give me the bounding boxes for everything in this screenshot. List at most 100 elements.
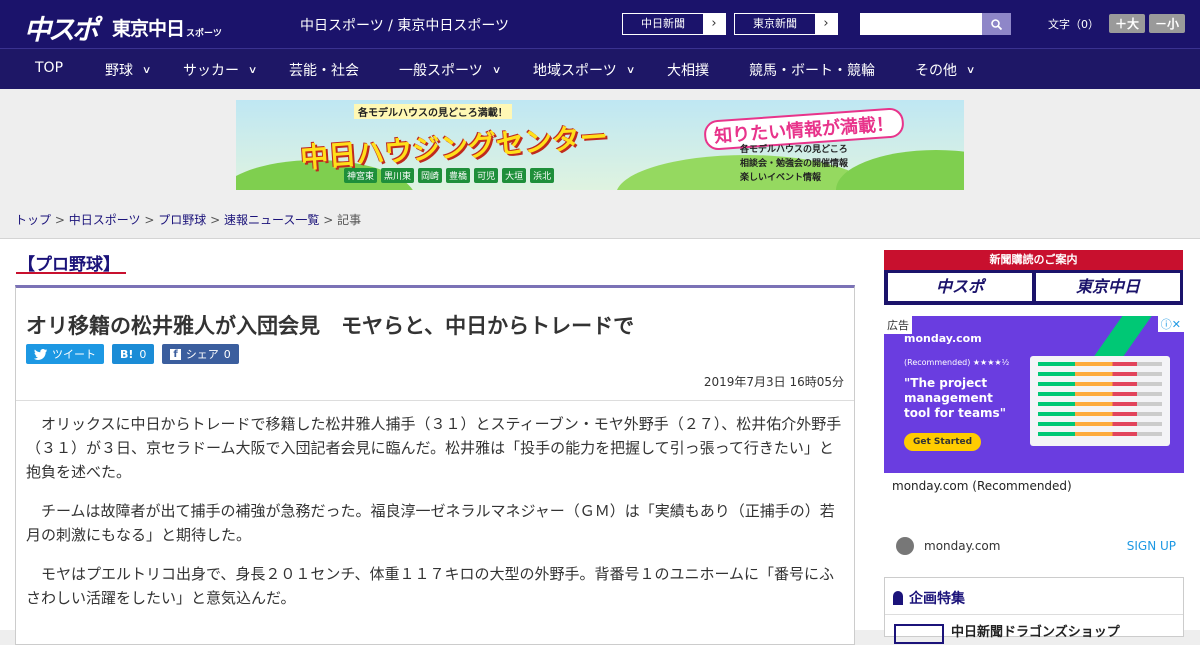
subscription-banner[interactable]: 新聞購読のご案内 中スポ 東京中日 [884, 250, 1183, 305]
special-item[interactable]: 中日新聞ドラゴンズショップ [951, 621, 1120, 640]
ad-cta-button[interactable]: Get Started [904, 433, 982, 451]
subscription-logo-chuspo: 中スポ [888, 273, 1032, 301]
site-logo[interactable]: 中スポ 東京中日 スポーツ [24, 8, 222, 47]
main-nav: TOP 野球 ∨ サッカー ∨ 芸能・社会 一般スポーツ ∨ 地域スポーツ ∨ 大相撲 … [0, 48, 1200, 89]
breadcrumb-pro-baseball[interactable]: プロ野球 [158, 213, 206, 227]
site-name: 中日スポーツ / 東京中日スポーツ [300, 18, 510, 34]
facebook-share-button[interactable]: f シェア 0 [162, 344, 239, 364]
breadcrumb-top[interactable]: トップ [15, 213, 51, 227]
ad-close-icon[interactable]: ⓘ✕ [1157, 316, 1184, 332]
nav-label: 大相撲 [667, 63, 709, 79]
special-header: 企画特集 [893, 588, 965, 608]
special-thumbnail[interactable] [894, 624, 944, 644]
article-headline: オリ移籍の松井雅人が入団会見 モヤらと、中日からトレードで [26, 314, 635, 338]
nav-other[interactable]: その他 ∨ [915, 60, 976, 80]
tweet-label: ツイート [52, 348, 96, 361]
hatena-count: 0 [139, 347, 147, 361]
breadcrumb-separator: > [144, 213, 155, 227]
banner-place: 神宮東 [344, 168, 378, 183]
banner-feature: 楽しいイベント情報 [740, 173, 822, 183]
chevron-down-icon: ∨ [965, 64, 976, 76]
tweet-button[interactable]: ツイート [26, 344, 104, 364]
banner-kicker: 各モデルハウスの見どころ満載！ [354, 104, 512, 119]
chevron-down-icon: ∨ [247, 64, 258, 76]
breadcrumb-current: 記事 [337, 213, 362, 227]
sidebar-ad[interactable]: 広告 ⓘ✕ monday.com (Recommended) ★★★★½ "Th… [884, 316, 1184, 566]
nav-entertainment[interactable]: 芸能・社会 [289, 60, 359, 80]
link-label: 中日新聞 [641, 17, 685, 30]
banner-place: 可児 [474, 168, 499, 183]
nav-soccer[interactable]: サッカー ∨ [183, 60, 258, 80]
nav-label: その他 [915, 63, 957, 79]
article-divider [16, 400, 854, 401]
nav-sumo[interactable]: 大相撲 [667, 60, 709, 80]
banner-places: 神宮東 黒川東 岡崎 豊橋 可児 大垣 浜北 [344, 168, 558, 183]
nav-top[interactable]: TOP [35, 60, 63, 76]
social-buttons: ツイート B! 0 f シェア 0 [26, 344, 247, 364]
chevron-down-icon: ∨ [141, 64, 152, 76]
search-input[interactable] [860, 13, 982, 35]
font-larger-button[interactable]: ＋大 [1109, 14, 1146, 33]
banner-hill [836, 150, 964, 190]
nav-racing[interactable]: 競馬・ボート・競輪 [749, 60, 875, 80]
sidebar: 新聞購読のご案内 中スポ 東京中日 広告 ⓘ✕ monday.com (Reco… [884, 250, 1184, 644]
nav-label: 一般スポーツ [399, 63, 483, 79]
article-paragraph: チームは故障者が出て捕手の補強が急務だった。福良淳一ゼネラルマネジャー（ＧＭ）は… [26, 502, 835, 544]
logo-chuspo: 中スポ [24, 15, 99, 46]
chevron-down-icon: ∨ [625, 64, 636, 76]
chevron-right-icon: › [703, 14, 725, 34]
breadcrumb-separator: > [54, 213, 65, 227]
facebook-icon: f [170, 348, 181, 360]
ad-image: 広告 ⓘ✕ monday.com (Recommended) ★★★★½ "Th… [884, 316, 1184, 473]
twitter-bird-icon [34, 348, 47, 360]
banner-place: 浜北 [530, 168, 555, 183]
banner-place: 黒川東 [381, 168, 415, 183]
font-size-control: 文字（0） ＋大 －小 [1048, 14, 1186, 33]
nav-label: 芸能・社会 [289, 63, 359, 79]
logo-sports: スポーツ [186, 29, 222, 39]
site-header: 中スポ 東京中日 スポーツ 中日スポーツ / 東京中日スポーツ 中日新聞 › 東… [0, 0, 1200, 48]
breadcrumb-chunichi-sports[interactable]: 中日スポーツ [69, 213, 141, 227]
nav-label: 競馬・ボート・競輪 [749, 63, 875, 79]
hatena-bookmark-button[interactable]: B! 0 [112, 344, 155, 364]
article-paragraph: オリックスに中日からトレードで移籍した松井雅人捕手（３１）とスティーブン・モヤ外… [26, 415, 842, 481]
nav-general-sports[interactable]: 一般スポーツ ∨ [399, 60, 502, 80]
chunichi-shimbun-link[interactable]: 中日新聞 › [622, 13, 726, 35]
nav-label: サッカー [183, 63, 239, 79]
nav-label: 地域スポーツ [533, 63, 617, 79]
banner-feature: 各モデルハウスの見どころ [740, 145, 848, 155]
globe-icon [896, 537, 914, 555]
pin-icon [893, 591, 903, 605]
chevron-down-icon: ∨ [491, 64, 502, 76]
category-underline [16, 272, 126, 274]
link-label: 東京新聞 [753, 17, 797, 30]
nav-local-sports[interactable]: 地域スポーツ ∨ [533, 60, 636, 80]
breadcrumb: トップ > 中日スポーツ > プロ野球 > 速報ニュース一覧 > 記事 [15, 211, 361, 228]
subscription-logo-tokyo: 東京中日 [1036, 273, 1180, 301]
ad-title[interactable]: monday.com (Recommended) [892, 479, 1072, 493]
search-button[interactable] [982, 13, 1011, 35]
breadcrumb-separator: > [323, 213, 334, 227]
share-label: シェア [185, 348, 219, 361]
ad-footer-name: monday.com [924, 539, 1001, 553]
ad-signup-button[interactable]: SIGN UP [1127, 539, 1176, 553]
search-box [860, 13, 1011, 35]
article-paragraph: モヤはプエルトリコ出身で、身長２０１センチ、体重１１７キロの大型の外野手。背番号… [26, 565, 835, 607]
banner-place: 岡崎 [418, 168, 443, 183]
nav-baseball[interactable]: 野球 ∨ [105, 60, 152, 80]
ad-footer: monday.com SIGN UP [896, 537, 1176, 555]
ad-promo-text: "The project management tool for teams" [904, 376, 1006, 420]
article-date: 2019年7月3日 16時05分 [703, 375, 844, 389]
banner-place: 豊橋 [446, 168, 471, 183]
chevron-right-icon: › [815, 14, 837, 34]
tokyo-shimbun-link[interactable]: 東京新聞 › [734, 13, 838, 35]
font-smaller-button[interactable]: －小 [1149, 14, 1186, 33]
ad-band: 各モデルハウスの見どころ満載！ 中日ハウジングセンター 知りたい情報が満載！ 各… [0, 89, 1200, 217]
banner-feature: 相談会・勉強会の開催情報 [740, 159, 849, 169]
search-icon [991, 18, 1002, 30]
share-count: 0 [223, 347, 231, 361]
breadcrumb-news-list[interactable]: 速報ニュース一覧 [224, 213, 319, 227]
nav-label: TOP [35, 60, 64, 76]
subscription-header: 新聞購読のご案内 [884, 250, 1183, 270]
housing-center-banner[interactable]: 各モデルハウスの見どころ満載！ 中日ハウジングセンター 知りたい情報が満載！ 各… [236, 100, 964, 190]
